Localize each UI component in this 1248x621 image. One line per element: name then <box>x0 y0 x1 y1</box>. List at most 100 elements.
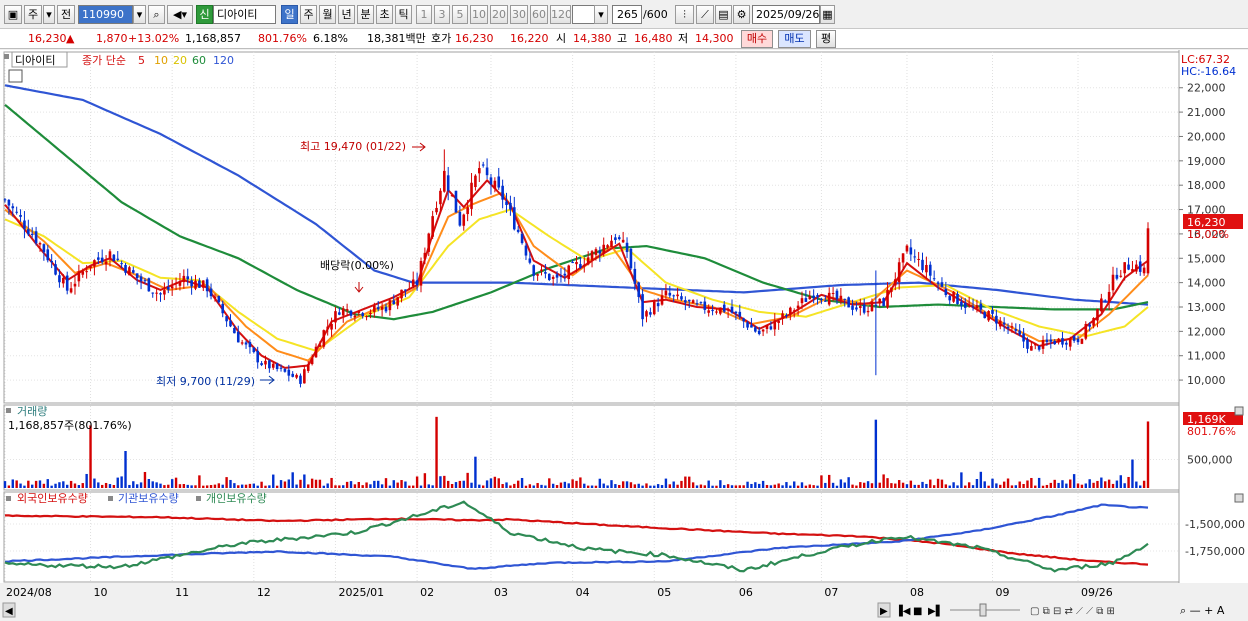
volume-bar <box>93 478 96 488</box>
candle <box>217 296 221 303</box>
period-type[interactable]: 주 <box>24 5 42 24</box>
first-icon[interactable]: ▐◀ <box>895 604 911 617</box>
tool-icons[interactable]: ▢ ⧉ ⊟ ⇄ ⟋ ⟋ ⧉ ⊞ <box>1030 606 1115 617</box>
calendar-icon[interactable]: ▦ <box>820 5 835 24</box>
interval-dropdown-icon[interactable]: ▾ <box>594 5 608 24</box>
draw-tool-icon[interactable]: ⟋ <box>696 5 714 24</box>
eval-button[interactable]: 평 <box>816 30 836 48</box>
candle-type-icon[interactable]: ⫶ <box>675 5 694 24</box>
search-icon[interactable]: ⌕ <box>148 5 165 24</box>
x-axis-label: 12 <box>257 586 271 599</box>
volume-bar <box>633 484 637 488</box>
candle <box>353 315 357 318</box>
interval-60[interactable]: 60 <box>530 5 548 24</box>
holdings-close-icon[interactable] <box>1234 493 1244 503</box>
volume-bar <box>964 485 967 488</box>
grid-toggle-icon[interactable] <box>8 69 23 83</box>
interval-3[interactable]: 3 <box>434 5 450 24</box>
volume-bar <box>723 485 726 488</box>
volume-bar <box>264 485 267 488</box>
candle <box>921 259 924 271</box>
volume-bar <box>147 479 151 488</box>
volume-bar <box>248 483 252 488</box>
scroll-right-icon[interactable]: ▶ <box>880 606 888 617</box>
candle <box>680 296 683 300</box>
timeframe-4[interactable]: 분 <box>357 5 374 24</box>
interval-120[interactable]: 120 <box>550 5 571 24</box>
candle <box>116 258 120 260</box>
last-icon[interactable]: ▶▌ <box>928 604 943 617</box>
save-icon[interactable]: ▤ <box>715 5 732 24</box>
candle <box>1131 269 1134 272</box>
timeframe-3[interactable]: 년 <box>338 5 355 24</box>
indiv-legend: 개인보유수량 <box>206 492 267 505</box>
stock-code-input[interactable]: 110990 <box>78 5 133 24</box>
volume-bar <box>186 484 189 488</box>
gear-icon[interactable]: ⚙ <box>733 5 750 24</box>
stock-chart[interactable]: 10,00011,00012,00013,00014,00015,00016,0… <box>0 50 1248 621</box>
volume-bar <box>843 482 846 488</box>
volume-bar <box>38 480 42 488</box>
volume-bar <box>750 483 753 488</box>
date-input[interactable]: 2025/09/26 <box>752 5 820 24</box>
candle <box>687 299 691 302</box>
volume-bar <box>1088 479 1091 488</box>
candle <box>606 245 609 248</box>
period-dropdown-icon[interactable]: ▾ <box>43 5 55 24</box>
zoom-icon[interactable]: ⌕ — + A <box>1180 604 1225 617</box>
prev-button[interactable]: 전 <box>57 5 75 24</box>
volume-bar <box>897 480 901 488</box>
interval-30[interactable]: 30 <box>510 5 528 24</box>
interval-10[interactable]: 10 <box>470 5 488 24</box>
volume-bar <box>326 483 329 488</box>
candle <box>555 274 559 278</box>
volume-bar <box>412 485 415 488</box>
volume-bar <box>431 485 434 488</box>
volume-bar <box>602 483 605 488</box>
stop-icon[interactable]: ■ <box>913 606 922 617</box>
candle <box>155 292 158 294</box>
interval-1[interactable]: 1 <box>416 5 432 24</box>
timeframe-5[interactable]: 초 <box>376 5 393 24</box>
volume-bar <box>528 484 532 488</box>
price-tick: 21,000 <box>1187 106 1226 119</box>
candle <box>547 273 551 281</box>
window-icon[interactable]: ▣ <box>4 5 22 24</box>
zoom-slider-handle[interactable] <box>979 603 987 617</box>
candle <box>742 318 745 322</box>
volume-bar <box>932 485 936 488</box>
timeframe-6[interactable]: 틱 <box>395 5 412 24</box>
timeframe-1[interactable]: 주 <box>300 5 317 24</box>
volume-bar <box>695 485 699 488</box>
candle <box>104 261 108 265</box>
candle <box>664 290 668 296</box>
candle <box>820 299 823 301</box>
volume-bar <box>765 484 769 488</box>
timeframe-0[interactable]: 일 <box>281 5 298 24</box>
speaker-icon[interactable]: ◀▾ <box>167 5 193 24</box>
timeframe-2[interactable]: 월 <box>319 5 336 24</box>
scroll-left-icon[interactable]: ◀ <box>5 606 13 617</box>
candle <box>1107 291 1111 303</box>
candle <box>719 307 722 314</box>
candle <box>19 214 22 217</box>
scroll-bar[interactable]: ◀ ▶ ▐◀ ■ ▶▌ ▢ ⧉ ⊟ ⇄ ⟋ ⟋ ⧉ ⊞ ⌕ — + A <box>0 601 1248 621</box>
volume-bar <box>715 485 718 488</box>
price-tick: 13,000 <box>1187 301 1226 314</box>
interval-5[interactable]: 5 <box>452 5 468 24</box>
count-input[interactable]: 265 <box>612 5 642 24</box>
volume-close-icon[interactable] <box>1234 406 1244 416</box>
interval-20[interactable]: 20 <box>490 5 508 24</box>
volume-bar <box>408 485 411 488</box>
volume-bar <box>711 485 714 488</box>
candle <box>240 342 244 344</box>
sell-button[interactable]: 매도 <box>778 30 811 48</box>
code-dropdown-icon[interactable]: ▾ <box>133 5 146 24</box>
candle <box>423 252 427 259</box>
ask-price: 16,230 <box>455 32 494 45</box>
candle <box>862 304 866 313</box>
volume-bar <box>1084 483 1087 488</box>
buy-button[interactable]: 매수 <box>741 30 773 48</box>
volume-bar <box>1104 481 1107 488</box>
volume-bar <box>233 483 236 488</box>
